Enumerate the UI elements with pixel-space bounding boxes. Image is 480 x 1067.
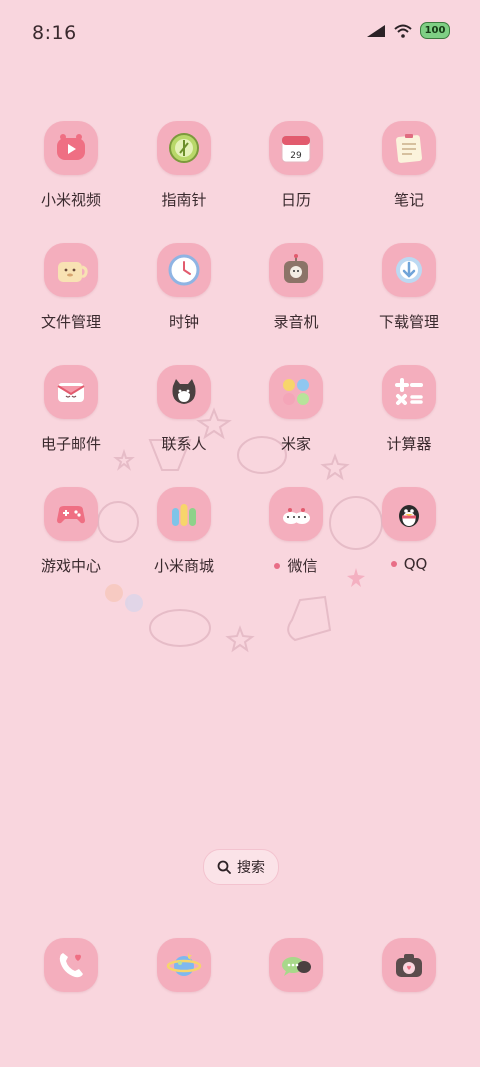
app-label: 文件管理 — [40, 313, 101, 331]
recorder-icon — [284, 254, 308, 283]
app-compass[interactable]: 指南针 — [134, 121, 234, 231]
search-label: 搜索 — [237, 860, 265, 876]
battery-icon: 100 — [420, 22, 450, 39]
dock-messages[interactable] — [269, 938, 323, 992]
video-icon — [57, 134, 85, 160]
wechat-icon — [283, 508, 310, 524]
camera-icon — [396, 954, 422, 977]
notes-icon — [396, 134, 422, 163]
app-wechat[interactable]: 微信 — [246, 487, 346, 597]
messages-icon — [282, 957, 311, 976]
app-label: 时钟 — [168, 313, 199, 331]
new-indicator-dot — [390, 561, 397, 567]
app-label: 联系人 — [161, 435, 207, 453]
app-calendar[interactable]: 29 日历 — [246, 121, 346, 231]
app-email[interactable]: 电子邮件 — [21, 365, 121, 475]
dock — [0, 938, 480, 998]
folder-icon — [58, 262, 88, 282]
app-label-text: QQ — [403, 555, 428, 573]
clock-icon — [168, 254, 200, 286]
calculator-icon — [395, 378, 423, 405]
search-button[interactable]: 搜索 — [203, 849, 279, 885]
app-label: 米家 — [280, 435, 311, 453]
app-label: QQ — [390, 555, 428, 573]
app-notes[interactable]: 笔记 — [359, 121, 459, 231]
app-recorder[interactable]: 录音机 — [246, 243, 346, 353]
app-file-manager[interactable]: 文件管理 — [21, 243, 121, 353]
app-label-text: 微信 — [287, 557, 318, 575]
status-icons: 100 — [366, 22, 450, 39]
app-label: 日历 — [280, 191, 311, 209]
calendar-icon: 29 — [281, 135, 311, 163]
app-label: 指南针 — [161, 191, 207, 209]
download-icon — [396, 257, 422, 283]
app-label: 计算器 — [386, 435, 432, 453]
app-clock[interactable]: 时钟 — [134, 243, 234, 353]
app-label: 笔记 — [393, 191, 424, 209]
app-label: 微信 — [274, 555, 318, 576]
mihome-icon — [283, 379, 309, 405]
calendar-date: 29 — [290, 151, 302, 161]
app-label: 录音机 — [273, 313, 319, 331]
app-calculator[interactable]: 计算器 — [359, 365, 459, 475]
app-qq[interactable]: QQ — [359, 487, 459, 597]
app-game-center[interactable]: 游戏中心 — [21, 487, 121, 597]
qq-icon — [399, 505, 419, 527]
compass-icon — [169, 133, 199, 163]
phone-icon — [59, 953, 83, 978]
app-mi-video[interactable]: 小米视频 — [21, 121, 121, 231]
app-label: 小米商城 — [153, 557, 214, 575]
app-label: 电子邮件 — [40, 435, 101, 453]
app-label: 小米视频 — [40, 191, 101, 209]
status-bar: 8:16 100 — [0, 0, 480, 68]
signal-icon — [367, 24, 385, 37]
new-indicator-dot — [274, 562, 281, 569]
app-mi-home[interactable]: 米家 — [246, 365, 346, 475]
wifi-icon — [394, 24, 412, 38]
app-label: 下载管理 — [378, 313, 439, 331]
app-label: 游戏中心 — [40, 557, 101, 575]
app-download-manager[interactable]: 下载管理 — [359, 243, 459, 353]
dock-phone[interactable] — [44, 938, 98, 992]
contacts-icon — [172, 379, 196, 404]
dock-browser[interactable] — [157, 938, 211, 992]
mall-icon — [172, 504, 196, 526]
status-time: 8:16 — [32, 22, 77, 44]
app-mi-mall[interactable]: 小米商城 — [134, 487, 234, 597]
browser-icon — [166, 952, 202, 976]
mail-icon — [57, 383, 85, 402]
gamepad-icon — [57, 506, 85, 524]
search-icon — [217, 860, 231, 874]
dock-camera[interactable] — [382, 938, 436, 992]
app-contacts[interactable]: 联系人 — [134, 365, 234, 475]
